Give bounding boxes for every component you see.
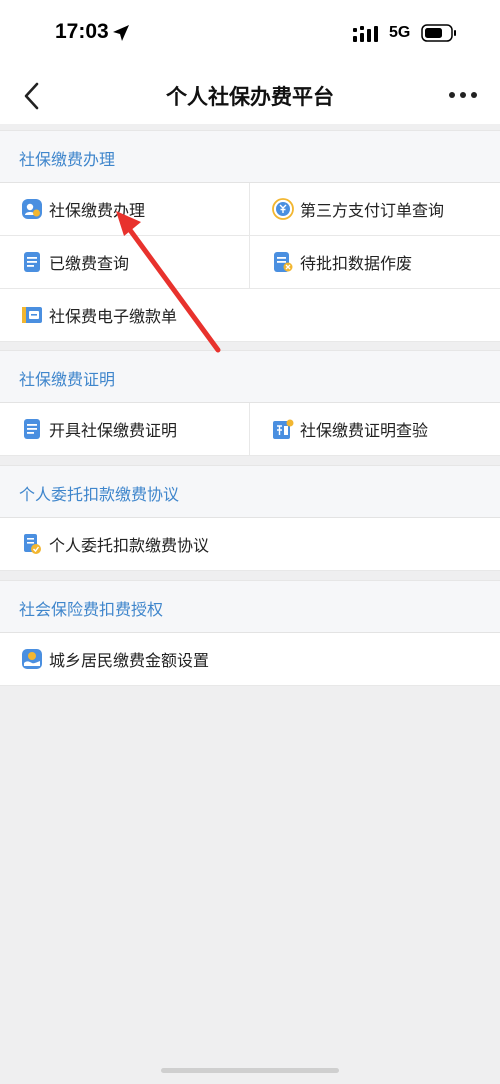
- user-payment-icon: [22, 199, 42, 219]
- receipt-icon: [22, 307, 42, 323]
- menu-item-withholding-agreement[interactable]: 个人委托扣款缴费协议: [0, 518, 500, 571]
- section-header-agreement: 个人委托扣款缴费协议: [0, 465, 500, 517]
- menu-item-label: 第三方支付订单查询: [300, 201, 445, 220]
- section-title: 社保缴费办理: [19, 150, 116, 169]
- menu-item-label: 待批扣数据作废: [300, 254, 413, 273]
- menu-item-verify-certificate[interactable]: 社保缴费证明查验: [250, 403, 500, 456]
- menu-item-amount-setting[interactable]: 城乡居民缴费金额设置: [0, 633, 500, 686]
- status-time: 17:03: [55, 20, 109, 43]
- menu-item-label: 城乡居民缴费金额设置: [49, 651, 210, 670]
- menu-item-label: 社保费电子缴款单: [49, 307, 178, 326]
- yuan-circle-icon: [272, 198, 294, 220]
- agreement-grid: 个人委托扣款缴费协议: [0, 517, 500, 571]
- menu-item-issue-certificate[interactable]: 开具社保缴费证明: [0, 403, 250, 456]
- document-cancel-icon: [274, 252, 293, 272]
- hand-money-icon: [22, 649, 42, 669]
- document-list-icon: [24, 419, 40, 439]
- section-header-payment: 社保缴费办理: [0, 130, 500, 182]
- battery-icon: [421, 24, 456, 42]
- menu-item-e-payment-slip[interactable]: 社保费电子缴款单: [0, 289, 500, 342]
- authorization-grid: 城乡居民缴费金额设置: [0, 632, 500, 686]
- section-title: 社保缴费证明: [19, 370, 116, 389]
- menu-item-paid-query[interactable]: 已缴费查询: [0, 236, 250, 289]
- menu-item-social-payment[interactable]: 社保缴费办理: [0, 183, 250, 236]
- section-header-authorization: 社会保险费扣费授权: [0, 580, 500, 632]
- menu-item-label: 社保缴费办理: [49, 201, 146, 220]
- menu-item-label: 已缴费查询: [49, 254, 130, 273]
- home-indicator: [161, 1068, 339, 1073]
- nav-bar: 个人社保办费平台: [0, 66, 500, 124]
- signal-icon: [353, 26, 378, 42]
- section-title: 社会保险费扣费授权: [19, 600, 164, 619]
- status-bar: 17:03 5G: [0, 0, 500, 66]
- document-list-icon: [24, 252, 40, 272]
- menu-item-label: 开具社保缴费证明: [49, 421, 178, 440]
- menu-item-third-party-order[interactable]: 第三方支付订单查询: [250, 183, 500, 236]
- network-type: 5G: [389, 24, 411, 41]
- certificate-grid: 开具社保缴费证明 社保缴费证明查验: [0, 402, 500, 456]
- section-title: 个人委托扣款缴费协议: [19, 485, 180, 504]
- section-header-certificate: 社保缴费证明: [0, 350, 500, 402]
- page-title: 个人社保办费平台: [166, 85, 334, 109]
- menu-item-label: 个人委托扣款缴费协议: [49, 536, 210, 555]
- more-dots-icon[interactable]: [448, 90, 478, 100]
- menu-item-void-pending[interactable]: 待批扣数据作废: [250, 236, 500, 289]
- location-arrow-icon: [113, 25, 129, 41]
- payment-grid: 社保缴费办理 第三方支付订单查询 已缴费查询 待批扣数据作废 社保费电子缴款单: [0, 182, 500, 342]
- agreement-icon: [24, 534, 41, 554]
- menu-item-label: 社保缴费证明查验: [300, 421, 429, 440]
- certificate-check-icon: [273, 419, 294, 439]
